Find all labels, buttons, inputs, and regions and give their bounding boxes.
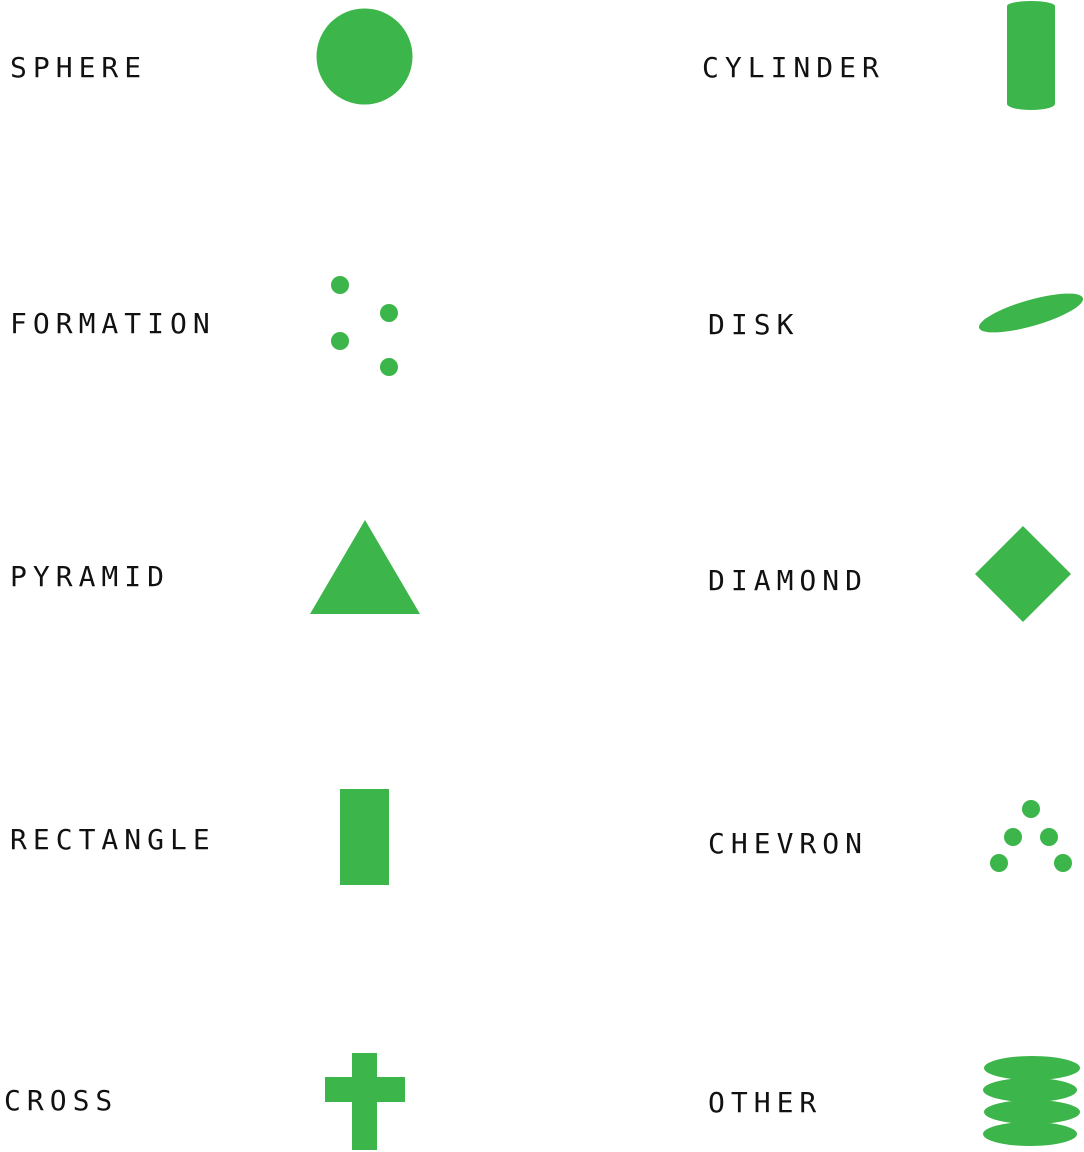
rectangle-icon — [340, 789, 389, 885]
label-formation: FORMATION — [10, 307, 216, 340]
formation-icon — [331, 276, 398, 376]
label-sphere: SPHERE — [10, 51, 148, 84]
label-rectangle: RECTANGLE — [10, 823, 216, 856]
other-icon — [983, 1056, 1080, 1146]
diamond-icon — [975, 526, 1071, 622]
sphere-icon — [316, 8, 413, 105]
pyramid-icon — [310, 520, 420, 614]
disk-icon — [978, 293, 1084, 333]
label-diamond: DIAMOND — [708, 564, 869, 597]
chevron-icon — [990, 800, 1072, 872]
label-disk: DISK — [708, 308, 800, 341]
label-cylinder: CYLINDER — [702, 51, 885, 84]
label-pyramid: PYRAMID — [10, 560, 171, 593]
cylinder-icon — [1007, 1, 1055, 110]
cross-icon — [325, 1053, 405, 1150]
label-cross: CROSS — [4, 1084, 119, 1117]
label-other: OTHER — [708, 1086, 823, 1119]
label-chevron: CHEVRON — [708, 827, 869, 860]
